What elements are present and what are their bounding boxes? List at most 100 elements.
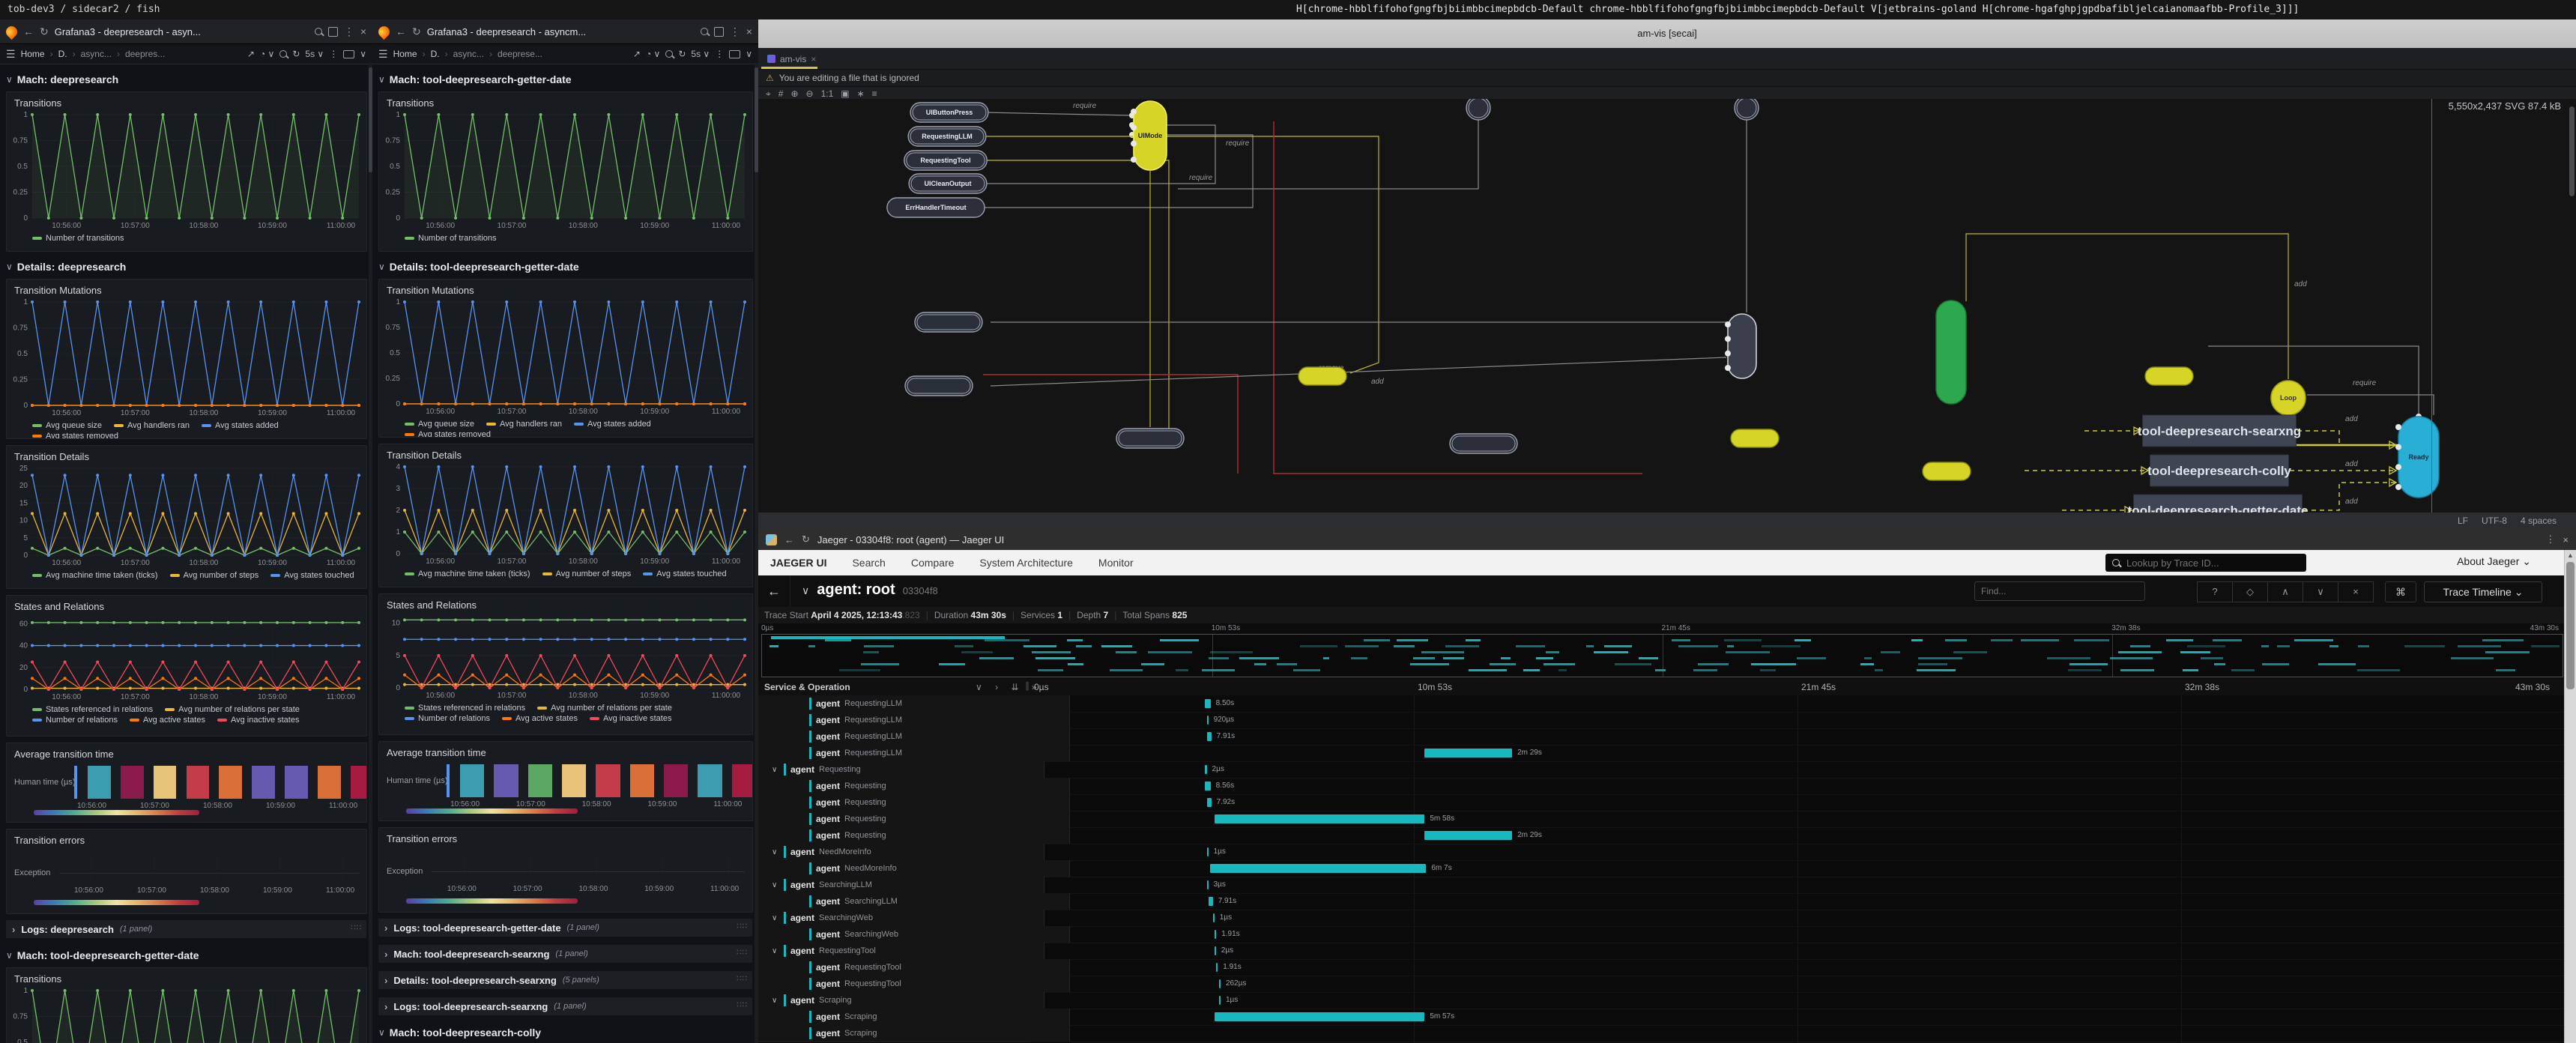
trace-nav-icon[interactable]: ? xyxy=(2197,581,2233,602)
span-bar[interactable] xyxy=(1207,880,1209,889)
graph-node-RequestingTool[interactable]: RequestingTool xyxy=(904,151,987,170)
span-timeline-cell[interactable] xyxy=(1030,1025,2565,1042)
trace-id-input[interactable] xyxy=(2125,557,2278,569)
span-bar[interactable] xyxy=(1207,798,1212,807)
grafana-panel[interactable]: Transition Details252015105010:56:0010:5… xyxy=(6,445,367,589)
timeline-block[interactable] xyxy=(460,764,484,797)
timeline-block[interactable] xyxy=(596,764,620,797)
span-name-cell[interactable]: ∨agentScraping xyxy=(758,992,1044,1009)
status-item[interactable]: 4 spaces xyxy=(2521,513,2557,529)
tv-mode-icon[interactable] xyxy=(729,50,740,58)
tab-close-icon[interactable]: × xyxy=(746,25,752,37)
span-timeline-cell[interactable]: 7.91s xyxy=(1030,893,2565,910)
trace-span-row[interactable]: agentRequestingLLM7.91s xyxy=(758,728,2565,745)
span-name-cell[interactable]: agentRequestingLLM xyxy=(758,728,1070,746)
trace-id-search-box[interactable] xyxy=(2105,554,2306,572)
refresh-icon[interactable]: ↻ xyxy=(678,49,686,59)
time-range-picker[interactable]: ◔ ∨ xyxy=(260,49,274,59)
grafana-panel[interactable]: Average transition timeHuman time (µs)10… xyxy=(6,743,367,823)
span-name-cell[interactable]: agentRequesting xyxy=(758,827,1070,844)
trace-span-row[interactable]: agentRequestingLLM8.50s xyxy=(758,695,2565,712)
menu-item-compare[interactable]: Compare xyxy=(911,557,955,569)
refresh-interval-select[interactable]: 5s ∨ xyxy=(691,49,710,59)
graph-node-unlabeled[interactable] xyxy=(1116,429,1184,448)
browser-back-icon[interactable]: ← xyxy=(784,534,794,545)
back-icon[interactable]: ← xyxy=(396,25,406,37)
jaeger-title-bar[interactable]: ← ↻ Jaeger - 03304f8: root (agent) — Jae… xyxy=(758,529,2576,550)
tab-close-icon[interactable]: × xyxy=(360,25,366,37)
timeline-block[interactable] xyxy=(154,766,177,799)
collapse-controls[interactable]: ∨ › ⇊ » xyxy=(976,682,1042,692)
timeline-block[interactable] xyxy=(285,766,308,799)
trace-nav-icon[interactable]: ∧ xyxy=(2268,581,2303,602)
legend-item[interactable]: Number of relations xyxy=(405,714,490,723)
menu-item-system-architecture[interactable]: System Architecture xyxy=(979,557,1073,569)
trace-span-row[interactable]: agentRequestingTool262µs xyxy=(758,976,2565,992)
legend-item[interactable]: Number of transitions xyxy=(32,234,124,243)
legend-item[interactable]: Avg queue size xyxy=(32,421,102,430)
span-timeline-cell[interactable]: 3µs xyxy=(1030,877,2565,894)
span-bar[interactable] xyxy=(1219,979,1221,988)
span-name-cell[interactable]: agentRequestingLLM xyxy=(758,695,1070,713)
span-name-cell[interactable]: agentNeedMoreInfo xyxy=(758,860,1070,877)
graph-node-unlabeled[interactable] xyxy=(1298,367,1346,385)
legend-item[interactable]: Avg number of relations per state xyxy=(537,704,672,713)
graph-node-tool-deepresearch-searxng[interactable]: tool-deepresearch-searxng xyxy=(2138,415,2301,447)
dashboard-row-collapsed[interactable]: ›Logs: tool-deepresearch-getter-date(1 p… xyxy=(378,919,752,937)
legend-item[interactable]: Avg inactive states xyxy=(590,714,672,723)
trace-span-row[interactable]: agentRequestingLLM920µs xyxy=(758,712,2565,728)
zoom-out-icon[interactable] xyxy=(665,50,673,58)
browser-reload-icon[interactable]: ↻ xyxy=(802,533,810,545)
legend-item[interactable]: Avg number of steps xyxy=(542,569,632,578)
trace-span-row[interactable]: agentSearchingLLM7.91s xyxy=(758,893,2565,910)
timeline-block[interactable] xyxy=(732,764,753,797)
menu-item-search[interactable]: Search xyxy=(852,557,885,569)
nav-menu-icon[interactable]: ⋮ xyxy=(329,49,338,59)
span-bar[interactable] xyxy=(1424,749,1512,758)
back-icon[interactable]: ← xyxy=(23,25,34,37)
legend-item[interactable]: Avg states removed xyxy=(405,430,491,438)
timeline-block[interactable] xyxy=(351,766,367,799)
timeline-block[interactable] xyxy=(630,764,654,797)
span-timeline-cell[interactable]: 8.50s xyxy=(1030,695,2565,713)
legend-item[interactable]: Avg handlers ran xyxy=(486,420,562,429)
span-name-cell[interactable]: agentRequestingLLM xyxy=(758,745,1070,762)
span-timeline-cell[interactable]: 8.56s xyxy=(1030,778,2565,795)
refresh-icon[interactable]: ↻ xyxy=(292,49,300,59)
breadcrumb-item[interactable]: Home xyxy=(21,49,45,59)
legend-item[interactable]: Avg number of steps xyxy=(170,571,259,580)
menu-icon[interactable]: ☰ xyxy=(378,48,388,61)
timeline-block[interactable] xyxy=(562,764,586,797)
span-name-cell[interactable]: ∨agentRequesting xyxy=(758,761,1044,779)
graph-node-UIButtonPress[interactable]: UIButtonPress xyxy=(910,103,988,122)
graph-node-Ready[interactable]: Ready xyxy=(2395,417,2439,498)
trace-view-select[interactable]: Trace Timeline ⌄ xyxy=(2424,581,2542,602)
grid-icon[interactable]: # xyxy=(778,88,784,99)
legend-item[interactable]: Avg number of relations per state xyxy=(165,705,300,714)
span-bar[interactable] xyxy=(1215,930,1216,939)
window-menu-icon[interactable]: ⋮ xyxy=(2545,533,2555,545)
span-name-cell[interactable]: agentRequesting xyxy=(758,794,1070,811)
span-timeline-cell[interactable]: 7.91s xyxy=(1030,728,2565,746)
grafana-panel[interactable]: Transition errorsException10:56:0010:57:… xyxy=(6,829,367,914)
span-bar[interactable] xyxy=(1215,814,1425,823)
trace-nav-icon[interactable]: × xyxy=(2338,581,2374,602)
extension-icon[interactable] xyxy=(328,27,338,37)
dashboard-row-collapsed[interactable]: ›Mach: tool-deepresearch-searxng(1 panel… xyxy=(378,945,752,963)
trace-title[interactable]: ∨ agent: root 03304f8 xyxy=(802,581,938,599)
graph-node-unlabeled[interactable] xyxy=(1466,99,1490,120)
legend-item[interactable]: States referenced in relations xyxy=(32,705,153,714)
span-bar[interactable] xyxy=(1207,716,1209,725)
trace-span-row[interactable]: agentRequestingLLM2m 29s xyxy=(758,745,2565,761)
span-timeline-cell[interactable]: 1µs xyxy=(1030,992,2565,1009)
service-operation-header[interactable]: Service & Operation xyxy=(764,682,850,692)
span-timeline-cell[interactable]: 1.91s xyxy=(1030,959,2565,976)
keyboard-shortcuts-button[interactable]: ⌘ xyxy=(2385,581,2416,602)
trace-span-row[interactable]: ∨agentSearchingWeb1µs xyxy=(758,910,2565,926)
legend-item[interactable]: Avg states added xyxy=(202,421,279,430)
trace-span-row[interactable]: agentRequesting8.56s xyxy=(758,778,2565,794)
breadcrumb-item[interactable]: D. xyxy=(58,49,67,59)
span-timeline-cell[interactable]: 5m 58s xyxy=(1030,811,2565,828)
graph-node-unlabeled[interactable] xyxy=(1936,300,1966,404)
trace-span-row[interactable]: ∨agentNeedMoreInfo1µs xyxy=(758,844,2565,860)
